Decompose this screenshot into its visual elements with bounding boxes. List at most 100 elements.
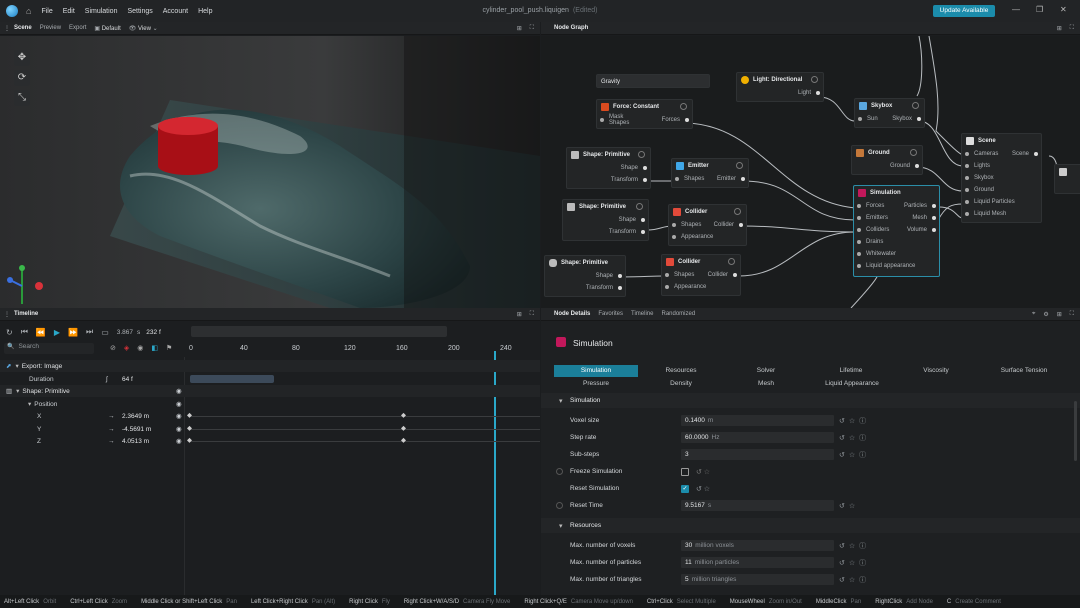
y-value[interactable]: -4.5691 m <box>122 426 151 433</box>
curve-icon[interactable]: ∫ <box>106 376 108 383</box>
port-collider[interactable]: Collider <box>708 219 747 231</box>
tab-node-graph[interactable]: Node Graph <box>554 25 588 31</box>
arrow-right-icon[interactable]: → <box>108 426 115 433</box>
node-graph-canvas[interactable]: Gravity Force: Constant Mask Shapes Force… <box>541 36 1080 308</box>
monitor-icon[interactable]: ▭ <box>101 328 109 337</box>
node-scene[interactable]: Scene Scene Cameras Lights Skybox Ground… <box>961 133 1042 223</box>
power-icon[interactable] <box>728 258 735 265</box>
power-icon[interactable] <box>734 208 741 215</box>
minimize-icon[interactable]: — <box>1012 5 1020 14</box>
timeline-range-bar[interactable] <box>191 326 447 337</box>
reset-star-info-icons[interactable]: ↺☆ⓘ <box>839 558 870 568</box>
keyframe[interactable]: ◆ <box>401 411 406 419</box>
arrow-right-icon[interactable]: → <box>108 438 115 445</box>
cat-liquid-appearance[interactable]: Liquid Appearance <box>809 378 895 390</box>
reset-star-info-icons[interactable]: ↺☆ⓘ <box>839 416 870 426</box>
power-icon[interactable] <box>910 149 917 156</box>
port-ground-in[interactable]: Ground <box>962 184 1041 196</box>
track-shape-primitive[interactable]: ▥ ▾ Shape: Primitive ◉ <box>0 385 540 397</box>
power-icon[interactable] <box>912 102 919 109</box>
visibility-icon[interactable]: ◉ <box>176 412 182 420</box>
keyframe-red-icon[interactable]: ◈ <box>124 344 129 352</box>
port-shapes[interactable]: Shapes <box>669 219 708 231</box>
skip-start-icon[interactable]: ⏮ <box>21 327 28 337</box>
port-transform[interactable]: Transform <box>567 174 650 186</box>
cat-lifetime[interactable]: Lifetime <box>809 365 893 377</box>
menu-dots-icon[interactable]: ⋮ <box>4 25 10 32</box>
node-skybox[interactable]: Skybox Sun Skybox <box>854 98 925 128</box>
port-emitter[interactable]: Emitter <box>710 173 748 185</box>
port-whitewater[interactable]: Whitewater <box>854 248 939 260</box>
node-ground[interactable]: Ground Ground <box>851 145 923 175</box>
port-forces-in[interactable]: Forces <box>854 200 897 212</box>
arrow-right-icon[interactable]: → <box>108 413 115 420</box>
visibility-icon[interactable]: ◉ <box>176 437 182 445</box>
power-icon[interactable] <box>736 162 743 169</box>
reset-star-info-icons[interactable]: ↺☆ⓘ <box>839 433 870 443</box>
keyframe[interactable]: ◆ <box>187 436 192 444</box>
track-x[interactable]: X → 2.3649 m ◉ ◆ ◆ <box>0 410 540 422</box>
record-icon[interactable]: ◉ <box>137 344 143 352</box>
cat-viscosity[interactable]: Viscosity <box>894 365 978 377</box>
keyframe[interactable]: ◆ <box>401 424 406 432</box>
menu-edit[interactable]: Edit <box>63 8 75 15</box>
panel-options-icon[interactable]: ⊞ <box>517 25 522 32</box>
play-icon[interactable]: ▶ <box>54 328 60 337</box>
port-mask-shapes[interactable]: Mask Shapes <box>597 114 645 126</box>
panel-options-icon[interactable]: ⊞ <box>1057 25 1062 32</box>
menu-simulation[interactable]: Simulation <box>85 8 118 15</box>
port-shapes[interactable]: Shapes <box>672 173 710 185</box>
node-emitter[interactable]: Emitter Shapes Emitter <box>671 158 749 188</box>
filter-icon[interactable]: ⊘ <box>110 344 116 352</box>
view-menu[interactable]: 👁 View ⌄ <box>129 25 158 32</box>
skip-end-icon[interactable]: ⏭ <box>86 327 93 337</box>
pin-icon[interactable]: ⌖ <box>1032 311 1035 318</box>
port-transform[interactable]: Transform <box>545 282 625 294</box>
port-mesh[interactable]: Mesh <box>897 212 940 224</box>
port-emitters[interactable]: Emitters <box>854 212 897 224</box>
close-icon[interactable]: ✕ <box>1060 5 1067 14</box>
step-forward-icon[interactable]: ⏩ <box>68 328 78 337</box>
port-transform[interactable]: Transform <box>563 226 648 238</box>
node-light-directional[interactable]: Light: Directional Light <box>736 72 824 102</box>
search-input[interactable]: 🔍 Search <box>4 343 94 354</box>
keyframe[interactable]: ◆ <box>187 411 192 419</box>
tab-favorites[interactable]: Favorites <box>598 311 623 317</box>
port-lights[interactable]: Lights <box>962 160 1041 172</box>
cat-simulation[interactable]: Simulation <box>554 365 638 377</box>
camera-select[interactable]: ▣ Default <box>94 25 120 32</box>
reset-checkbox[interactable]: ✓ <box>681 484 689 493</box>
tab-timeline[interactable]: Timeline <box>631 311 653 317</box>
reset-time-field[interactable]: 9.5167 s <box>681 500 834 511</box>
reset-star-info-icons[interactable]: ↺☆ⓘ <box>839 575 870 585</box>
visibility-icon[interactable]: ◉ <box>176 400 182 408</box>
step-rate-field[interactable]: 60.0000 Hz <box>681 432 834 443</box>
axis-y-handle[interactable] <box>19 265 25 271</box>
port-cameras[interactable]: Cameras <box>962 148 1041 160</box>
port-shapes[interactable]: Shapes <box>662 269 701 281</box>
freeze-checkbox[interactable] <box>681 467 689 476</box>
max-particles-field[interactable]: 11 million particles <box>681 557 834 568</box>
track-duration[interactable]: Duration ∫ 64 f <box>0 373 540 385</box>
visibility-icon[interactable]: ◉ <box>176 425 182 433</box>
power-icon[interactable] <box>638 151 645 158</box>
port-colliders[interactable]: Colliders <box>854 224 897 236</box>
keyframe[interactable]: ◆ <box>401 436 406 444</box>
voxel-size-field[interactable]: 0.1400 m <box>681 415 834 426</box>
cat-resources[interactable]: Resources <box>639 365 723 377</box>
node-simulation[interactable]: Simulation Forces Particles Emitters Mesh … <box>853 185 940 277</box>
x-value[interactable]: 2.3649 m <box>122 413 149 420</box>
keyframe-toggle-icon[interactable] <box>556 468 563 475</box>
move-tool-icon[interactable]: ✥ <box>14 50 30 66</box>
duration-value[interactable]: 64 f <box>122 376 133 383</box>
keyframe[interactable]: ◆ <box>187 424 192 432</box>
maximize-icon[interactable]: ❐ <box>1036 5 1043 14</box>
track-export-image[interactable]: ⬈ ▾ Export: Image <box>0 360 540 372</box>
port-ground[interactable]: Ground <box>852 160 922 172</box>
z-value[interactable]: 4.0513 m <box>122 438 149 445</box>
reset-star-icons[interactable]: ↺ ☆ <box>696 485 710 493</box>
port-shape[interactable]: Shape <box>545 270 625 282</box>
node-collider-1[interactable]: Collider Shapes Collider Appearance <box>668 204 747 246</box>
port-sun[interactable]: Sun <box>855 113 886 125</box>
port-volume[interactable]: Volume <box>897 224 940 236</box>
